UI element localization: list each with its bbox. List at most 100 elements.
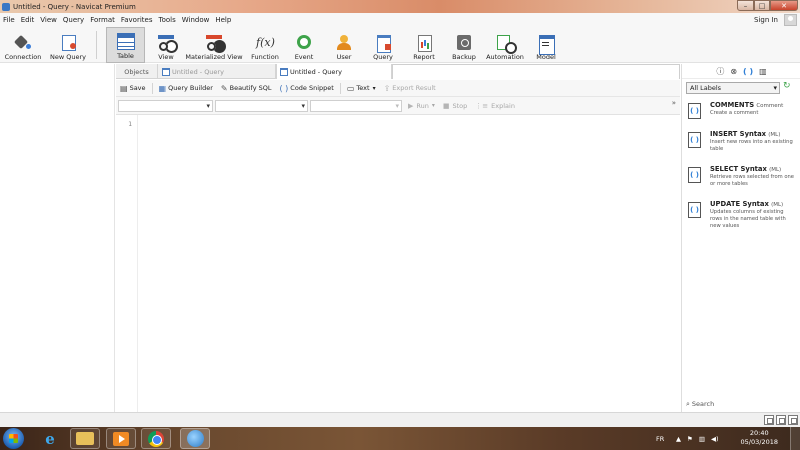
search-icon: ⌕ — [686, 400, 690, 408]
export-icon: ⇪ — [383, 83, 391, 93]
start-button[interactable] — [3, 428, 24, 449]
sign-in-link[interactable]: Sign In — [754, 16, 778, 24]
refresh-icon[interactable]: ↻ — [783, 81, 791, 91]
menu-format[interactable]: Format — [87, 16, 118, 24]
report-button[interactable]: Report — [407, 27, 441, 63]
menu-query[interactable]: Query — [60, 16, 87, 24]
network-icon[interactable]: ▥ — [699, 435, 705, 443]
stop-icon: ■ — [442, 101, 450, 110]
materialized-view-label: Materialized View — [185, 53, 243, 61]
report-label: Report — [413, 53, 435, 61]
avatar[interactable] — [784, 14, 797, 26]
automation-label: Automation — [486, 53, 524, 61]
snippet-select-syntax[interactable]: ( ) SELECT Syntax (ML) Retrieve rows sel… — [686, 165, 798, 197]
view-icon — [157, 34, 175, 51]
query-builder-icon: ▦ — [158, 83, 167, 93]
function-button[interactable]: f(x) Function — [247, 27, 283, 63]
volume-icon[interactable]: ◀) — [711, 435, 719, 443]
close-button[interactable]: ✕ — [770, 0, 798, 11]
automation-button[interactable]: Automation — [484, 27, 526, 63]
tab-objects[interactable]: Objects — [116, 64, 158, 79]
tab-untitled-query-2[interactable]: Untitled - Query — [276, 64, 392, 79]
view-button[interactable]: View — [150, 27, 182, 63]
text-icon: ▭ — [346, 83, 355, 93]
maximize-button[interactable]: □ — [754, 0, 770, 11]
connection-tree-pane[interactable] — [0, 64, 115, 412]
tab-untitled-query-1[interactable]: Untitled - Query — [159, 64, 276, 79]
run-button[interactable]: ▶ Run ▾ — [404, 102, 439, 110]
main-toolbar: Connection New Query Table View Material… — [0, 27, 800, 63]
table-icon — [116, 33, 135, 50]
beautify-icon: ✎ — [220, 83, 228, 93]
automation-icon — [496, 34, 517, 54]
snippet-title: INSERT Syntax (ML) — [710, 130, 781, 138]
user-button[interactable]: User — [328, 27, 360, 63]
menu-favorites[interactable]: Favorites — [118, 16, 156, 24]
export-label: Export Result — [392, 84, 436, 92]
connection-select[interactable] — [118, 99, 213, 112]
info-icon[interactable]: ⓘ — [716, 66, 724, 77]
beautify-label: Beautify SQL — [229, 84, 272, 92]
database-select[interactable] — [215, 99, 308, 112]
export-result-button[interactable]: ⇪ Export Result — [380, 84, 440, 93]
backup-button[interactable]: Backup — [447, 27, 481, 63]
language-indicator[interactable]: FR — [656, 427, 664, 450]
menu-tools[interactable]: Tools — [155, 16, 178, 24]
tab-label: Untitled - Query — [172, 67, 224, 76]
materialized-view-button[interactable]: Materialized View — [185, 27, 243, 63]
snippet-update-syntax[interactable]: ( ) UPDATE Syntax (ML) Updates columns o… — [686, 200, 798, 236]
minimize-button[interactable]: – — [737, 0, 754, 11]
code-snippet-button[interactable]: ( ) Code Snippet — [275, 84, 337, 93]
menu-view[interactable]: View — [37, 16, 60, 24]
query-button[interactable]: Query — [367, 27, 399, 63]
code-snippet-icon: ( ) — [279, 83, 289, 93]
snippet-insert-syntax[interactable]: ( ) INSERT Syntax (ML) Insert new rows i… — [686, 130, 798, 162]
code-snippet-icon[interactable]: ( ) — [743, 67, 753, 76]
new-query-label: New Query — [50, 53, 86, 61]
sql-editor[interactable]: 1 — [116, 115, 680, 412]
file-explorer-icon[interactable] — [70, 428, 100, 449]
menu-edit[interactable]: Edit — [18, 16, 38, 24]
snippet-search[interactable]: ⌕ Search — [686, 400, 714, 409]
query-builder-button[interactable]: ▦ Query Builder — [155, 84, 217, 93]
connection-button[interactable]: Connection — [3, 27, 43, 63]
tab-bar: Objects Untitled - Query Untitled - Quer… — [116, 64, 680, 79]
save-button[interactable]: ▤ Save — [116, 84, 150, 93]
model-button[interactable]: Model — [531, 27, 561, 63]
function-icon: f(x) — [256, 36, 275, 49]
backup-icon — [455, 34, 473, 51]
menu-window[interactable]: Window — [179, 16, 213, 24]
event-button[interactable]: Event — [288, 27, 320, 63]
stop-button[interactable]: ■ Stop — [439, 102, 471, 110]
schema-select[interactable] — [310, 99, 402, 112]
ddl-icon[interactable]: ⊗ — [730, 67, 737, 76]
media-player-icon[interactable] — [106, 428, 136, 449]
clock[interactable]: 20:40 05/03/2018 — [741, 429, 778, 447]
new-query-button[interactable]: New Query — [47, 27, 89, 63]
text-button[interactable]: ▭ Text ▾ — [343, 84, 380, 93]
structure-icon[interactable]: ▥ — [759, 67, 767, 76]
chrome-icon[interactable] — [141, 428, 171, 449]
table-button[interactable]: Table — [106, 27, 145, 63]
layout-toggle-icon[interactable] — [776, 415, 786, 425]
flag-icon[interactable]: ⚑ — [687, 435, 693, 443]
show-desktop-button[interactable] — [790, 427, 800, 450]
run-label: Run — [416, 101, 429, 110]
internet-explorer-icon[interactable]: e — [35, 428, 65, 449]
tray-expand-icon[interactable]: ▲ — [676, 435, 681, 443]
info-pane-tabs: ⓘ ⊗ ( ) ▥ — [682, 64, 800, 79]
snippet-comments[interactable]: ( ) COMMENTS Comment Create a comment — [686, 101, 798, 131]
menu-file[interactable]: File — [0, 16, 18, 24]
snippet-title: UPDATE Syntax (ML) — [710, 200, 784, 208]
search-placeholder: Search — [691, 400, 715, 408]
clock-date: 05/03/2018 — [740, 438, 778, 446]
layout-toggle-icon[interactable] — [764, 415, 774, 425]
layout-toggle-icon[interactable] — [788, 415, 798, 425]
labels-filter-select[interactable]: All Labels — [686, 82, 780, 94]
explain-button[interactable]: ⋮≡ Explain — [471, 102, 519, 110]
expand-icon[interactable]: » — [672, 99, 676, 107]
navicat-taskbar-icon[interactable] — [180, 428, 210, 449]
explain-label: Explain — [491, 101, 515, 110]
menu-help[interactable]: Help — [212, 16, 234, 24]
beautify-sql-button[interactable]: ✎ Beautify SQL — [217, 84, 276, 93]
